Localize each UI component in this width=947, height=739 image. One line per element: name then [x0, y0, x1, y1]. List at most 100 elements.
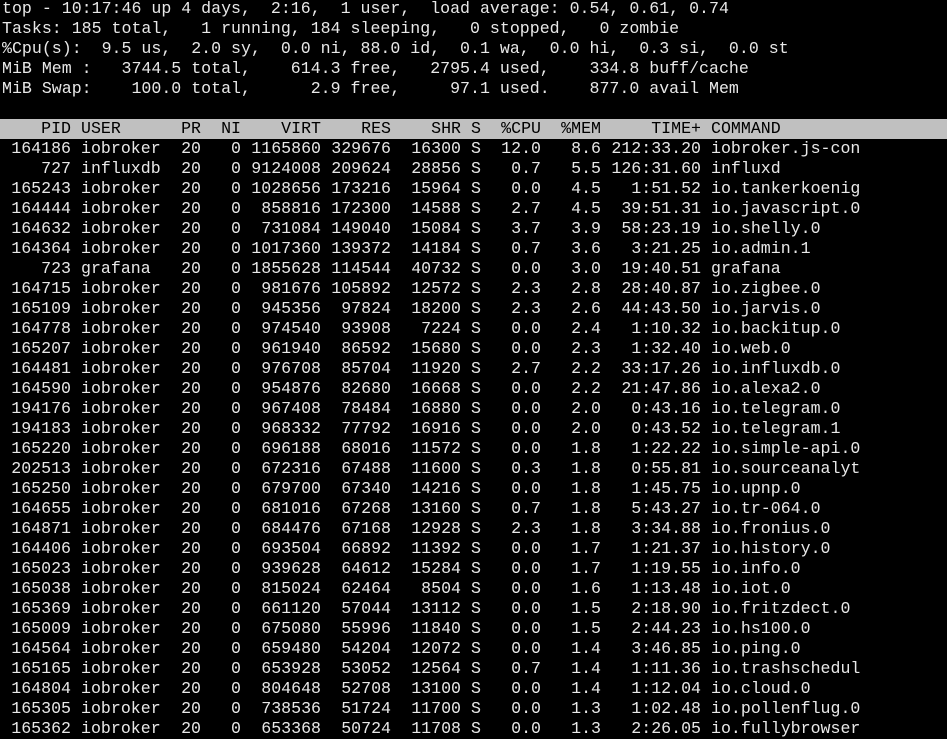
cell-mem: 1.6 [571, 579, 601, 598]
cell-pr: 20 [181, 499, 201, 518]
process-row[interactable]: 165165 iobroker 20 0 653928 53052 12564 S 0.7 1.4… [0, 659, 947, 679]
cell-mem: 8.6 [571, 139, 601, 158]
cell-shr: 11920 [411, 359, 461, 378]
cell-mem: 1.8 [571, 519, 601, 538]
process-row[interactable]: 165038 iobroker 20 0 815024 62464 8504 S 0.0 1.6 1… [0, 579, 947, 599]
cell-cpu: 3.7 [511, 219, 541, 238]
uptime-line: top - 10:17:46 up 4 days, 2:16, 1 user, … [2, 0, 729, 18]
cell-cpu: 0.3 [511, 459, 541, 478]
cell-s: S [471, 399, 481, 418]
cell-shr: 7224 [421, 319, 461, 338]
cell-user: iobroker [81, 639, 161, 658]
cell-virt: 954876 [261, 379, 321, 398]
process-row[interactable]: 164871 iobroker 20 0 684476 67168 12928 S 2.3 1.8… [0, 519, 947, 539]
cell-res: 77792 [341, 419, 391, 438]
process-row[interactable]: 165243 iobroker 20 0 1028656 173216 15964 S 0.0 4… [0, 179, 947, 199]
process-row[interactable]: 165023 iobroker 20 0 939628 64612 15284 S 0.0 1.7… [0, 559, 947, 579]
cell-virt: 661120 [261, 599, 321, 618]
process-row[interactable]: 164655 iobroker 20 0 681016 67268 13160 S 0.7 1.8… [0, 499, 947, 519]
column-header-command: COMMAND [711, 119, 781, 138]
cell-time: 2:26.05 [631, 719, 701, 738]
process-row[interactable]: 727 influxdb 20 0 9124008 209624 28856 S 0.7 5.5 1… [0, 159, 947, 179]
cell-shr: 14588 [411, 199, 461, 218]
cell-virt: 681016 [261, 499, 321, 518]
swap-line: MiB Swap: 100.0 total, 2.9 free, 97.1 us… [2, 79, 739, 98]
cell-user: iobroker [81, 219, 161, 238]
process-row[interactable]: 165250 iobroker 20 0 679700 67340 14216 S 0.0 1.8… [0, 479, 947, 499]
process-row[interactable]: 194183 iobroker 20 0 968332 77792 16916 S 0.0 2.0… [0, 419, 947, 439]
process-row[interactable]: 164632 iobroker 20 0 731084 149040 15084 S 3.7 3.… [0, 219, 947, 239]
cell-time: 212:33.20 [611, 139, 701, 158]
cell-pid: 165362 [11, 719, 71, 738]
process-row[interactable]: 164364 iobroker 20 0 1017360 139372 14184 S 0.7 3… [0, 239, 947, 259]
process-row[interactable]: 164804 iobroker 20 0 804648 52708 13100 S 0.0 1.4… [0, 679, 947, 699]
cell-res: 105892 [331, 279, 391, 298]
process-row[interactable]: 164564 iobroker 20 0 659480 54204 12072 S 0.0 1.4… [0, 639, 947, 659]
cell-time: 44:43.50 [621, 299, 701, 318]
cell-command: io.fronius.0 [711, 519, 831, 538]
process-row[interactable]: 165305 iobroker 20 0 738536 51724 11700 S 0.0 1.3… [0, 699, 947, 719]
cell-ni: 0 [231, 599, 241, 618]
process-row[interactable]: 165009 iobroker 20 0 675080 55996 11840 S 0.0 1.5… [0, 619, 947, 639]
cell-shr: 14216 [411, 479, 461, 498]
cell-ni: 0 [231, 539, 241, 558]
cell-mem: 3.9 [571, 219, 601, 238]
column-header-time: TIME+ [651, 119, 701, 138]
process-row[interactable]: 164481 iobroker 20 0 976708 85704 11920 S 2.7 2.2… [0, 359, 947, 379]
cell-s: S [471, 199, 481, 218]
process-row[interactable]: 164715 iobroker 20 0 981676 105892 12572 S 2.3 2.… [0, 279, 947, 299]
cell-s: S [471, 699, 481, 718]
process-row[interactable]: 194176 iobroker 20 0 967408 78484 16880 S 0.0 2.0… [0, 399, 947, 419]
process-row[interactable]: 164406 iobroker 20 0 693504 66892 11392 S 0.0 1.7… [0, 539, 947, 559]
cell-mem: 4.5 [571, 199, 601, 218]
process-row[interactable]: 165207 iobroker 20 0 961940 86592 15680 S 0.0 2.3… [0, 339, 947, 359]
cell-command: io.simple-api.0 [711, 439, 861, 458]
cell-time: 0:43.16 [631, 399, 701, 418]
cell-mem: 2.2 [571, 359, 601, 378]
cell-user: iobroker [81, 399, 161, 418]
process-row[interactable]: 164590 iobroker 20 0 954876 82680 16668 S 0.0 2.2… [0, 379, 947, 399]
process-row[interactable]: 164444 iobroker 20 0 858816 172300 14588 S 2.7 4.… [0, 199, 947, 219]
process-row[interactable]: 723 grafana 20 0 1855628 114544 40732 S 0.0 3.0 19… [0, 259, 947, 279]
cell-user: iobroker [81, 199, 161, 218]
cell-time: 1:10.32 [631, 319, 701, 338]
cell-s: S [471, 599, 481, 618]
process-row[interactable]: 165109 iobroker 20 0 945356 97824 18200 S 2.3 2.6… [0, 299, 947, 319]
cell-res: 68016 [341, 439, 391, 458]
cell-shr: 8504 [421, 579, 461, 598]
cell-res: 149040 [331, 219, 391, 238]
cell-pr: 20 [181, 259, 201, 278]
process-row[interactable]: 202513 iobroker 20 0 672316 67488 11600 S 0.3 1.8… [0, 459, 947, 479]
process-row[interactable]: 165362 iobroker 20 0 653368 50724 11708 S 0.0 1.3… [0, 719, 947, 739]
cell-virt: 815024 [261, 579, 321, 598]
cell-user: iobroker [81, 679, 161, 698]
cell-user: iobroker [81, 359, 161, 378]
cell-cpu: 2.3 [511, 279, 541, 298]
cell-ni: 0 [231, 479, 241, 498]
cell-pid: 164871 [11, 519, 71, 538]
cell-shr: 13160 [411, 499, 461, 518]
cell-command: io.tankerkoenig [711, 179, 861, 198]
cell-user: iobroker [81, 179, 161, 198]
cell-time: 1:21.37 [631, 539, 701, 558]
cell-shr: 11392 [411, 539, 461, 558]
process-row[interactable]: 164186 iobroker 20 0 1165860 329676 16300 S 12.0… [0, 139, 947, 159]
terminal-window[interactable]: top - 10:17:46 up 4 days, 2:16, 1 user, … [0, 0, 947, 738]
process-row[interactable]: 165369 iobroker 20 0 661120 57044 13112 S 0.0 1.5… [0, 599, 947, 619]
cell-command: io.iot.0 [711, 579, 791, 598]
cell-pid: 202513 [11, 459, 71, 478]
cell-pid: 727 [41, 159, 71, 178]
cell-pr: 20 [181, 219, 201, 238]
cell-ni: 0 [231, 699, 241, 718]
cell-user: iobroker [81, 459, 161, 478]
cell-res: 67268 [341, 499, 391, 518]
process-row[interactable]: 165220 iobroker 20 0 696188 68016 11572 S 0.0 1.8… [0, 439, 947, 459]
cell-ni: 0 [231, 659, 241, 678]
cell-res: 62464 [341, 579, 391, 598]
cell-cpu: 2.3 [511, 519, 541, 538]
cell-mem: 1.7 [571, 539, 601, 558]
column-header-res: RES [361, 119, 391, 138]
column-header-state: S [471, 119, 481, 138]
process-row[interactable]: 164778 iobroker 20 0 974540 93908 7224 S 0.0 2.4 1… [0, 319, 947, 339]
cell-res: 66892 [341, 539, 391, 558]
